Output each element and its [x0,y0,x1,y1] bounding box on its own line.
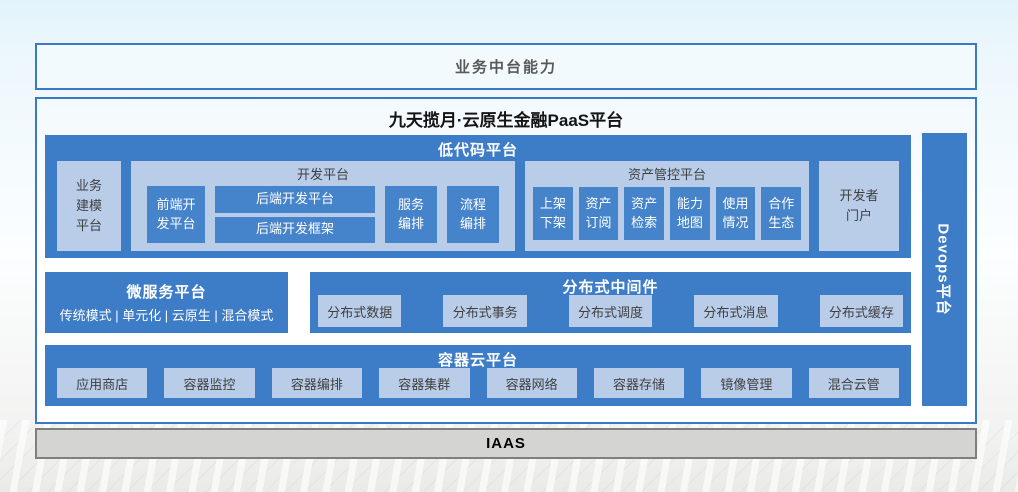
distributed-scheduling-box: 分布式调度 [569,295,652,327]
distributed-cache-box: 分布式缓存 [820,295,903,327]
paas-platform-title: 九天揽月·云原生金融PaaS平台 [37,106,975,131]
distributed-message-box: 分布式消息 [694,295,777,327]
hybrid-cloud-management-box: 混合云管 [809,368,899,398]
asset-control-platform-title: 资产管控平台 [525,161,809,183]
service-orchestration-box: 服务编排 [385,186,437,243]
container-storage-box: 容器存储 [594,368,684,398]
backend-dev-framework-box: 后端开发框架 [215,217,375,244]
dev-platform-title: 开发平台 [131,161,515,183]
paas-platform-box: 九天揽月·云原生金融PaaS平台 低代码平台 业务建模平台 开发平台 前端开发平… [35,97,977,424]
app-store-box: 应用商店 [57,368,147,398]
low-code-platform-title: 低代码平台 [45,135,911,160]
iaas-label: IAAS [486,435,526,452]
low-code-platform-section: 低代码平台 业务建模平台 开发平台 前端开发平台 后端开发平台 后端开发框架 服… [45,135,911,258]
distributed-transaction-box: 分布式事务 [443,295,526,327]
process-orchestration-box: 流程编排 [447,186,499,243]
backend-column: 后端开发平台 后端开发框架 [215,186,375,243]
usage-status-box: 使用情况 [716,187,756,240]
container-cloud-platform-title: 容器云平台 [45,345,911,370]
business-modeling-platform-box: 业务建模平台 [57,161,121,251]
devops-platform-label: Devops平台 [934,223,955,315]
distributed-middleware-title: 分布式中间件 [310,272,911,297]
asset-subscription-box: 资产订阅 [579,187,619,240]
devops-platform-bar: Devops平台 [922,133,967,406]
capability-map-box: 能力地图 [670,187,710,240]
container-monitoring-box: 容器监控 [164,368,254,398]
container-orchestration-box: 容器编排 [272,368,362,398]
developer-portal-box: 开发者门户 [819,161,899,251]
microservice-platform-section: 微服务平台 传统模式 | 单元化 | 云原生 | 混合模式 [45,272,288,333]
asset-control-platform-group: 资产管控平台 上架下架 资产订阅 资产检索 能力地图 使用情况 合作生态 [525,161,809,251]
business-midplatform-label: 业务中台能力 [455,56,557,77]
business-midplatform-banner: 业务中台能力 [35,43,977,90]
iaas-bar: IAAS [35,428,977,459]
container-cluster-box: 容器集群 [379,368,469,398]
container-network-box: 容器网络 [487,368,577,398]
dev-platform-row: 前端开发平台 后端开发平台 后端开发框架 服务编排 流程编排 [147,186,499,243]
distributed-middleware-row: 分布式数据 分布式事务 分布式调度 分布式消息 分布式缓存 [318,295,903,327]
dev-platform-group: 开发平台 前端开发平台 后端开发平台 后端开发框架 服务编排 流程编排 [131,161,515,251]
container-cloud-row: 应用商店 容器监控 容器编排 容器集群 容器网络 容器存储 镜像管理 混合云管 [57,368,899,398]
image-management-box: 镜像管理 [701,368,791,398]
asset-onoff-shelf-box: 上架下架 [533,187,573,240]
container-cloud-platform-section: 容器云平台 应用商店 容器监控 容器编排 容器集群 容器网络 容器存储 镜像管理… [45,345,911,406]
microservice-platform-title: 微服务平台 [45,272,288,302]
frontend-dev-platform-box: 前端开发平台 [147,186,205,243]
cooperation-ecosystem-box: 合作生态 [761,187,801,240]
distributed-middleware-section: 分布式中间件 分布式数据 分布式事务 分布式调度 分布式消息 分布式缓存 [310,272,911,333]
page-background: 业务中台能力 九天揽月·云原生金融PaaS平台 低代码平台 业务建模平台 开发平… [0,0,1018,492]
backend-dev-platform-box: 后端开发平台 [215,186,375,213]
asset-search-box: 资产检索 [624,187,664,240]
microservice-modes-label: 传统模式 | 单元化 | 云原生 | 混合模式 [45,305,288,324]
low-code-platform-body: 业务建模平台 开发平台 前端开发平台 后端开发平台 后端开发框架 服务编排 流程… [57,161,899,251]
asset-control-row: 上架下架 资产订阅 资产检索 能力地图 使用情况 合作生态 [533,187,801,240]
distributed-data-box: 分布式数据 [318,295,401,327]
